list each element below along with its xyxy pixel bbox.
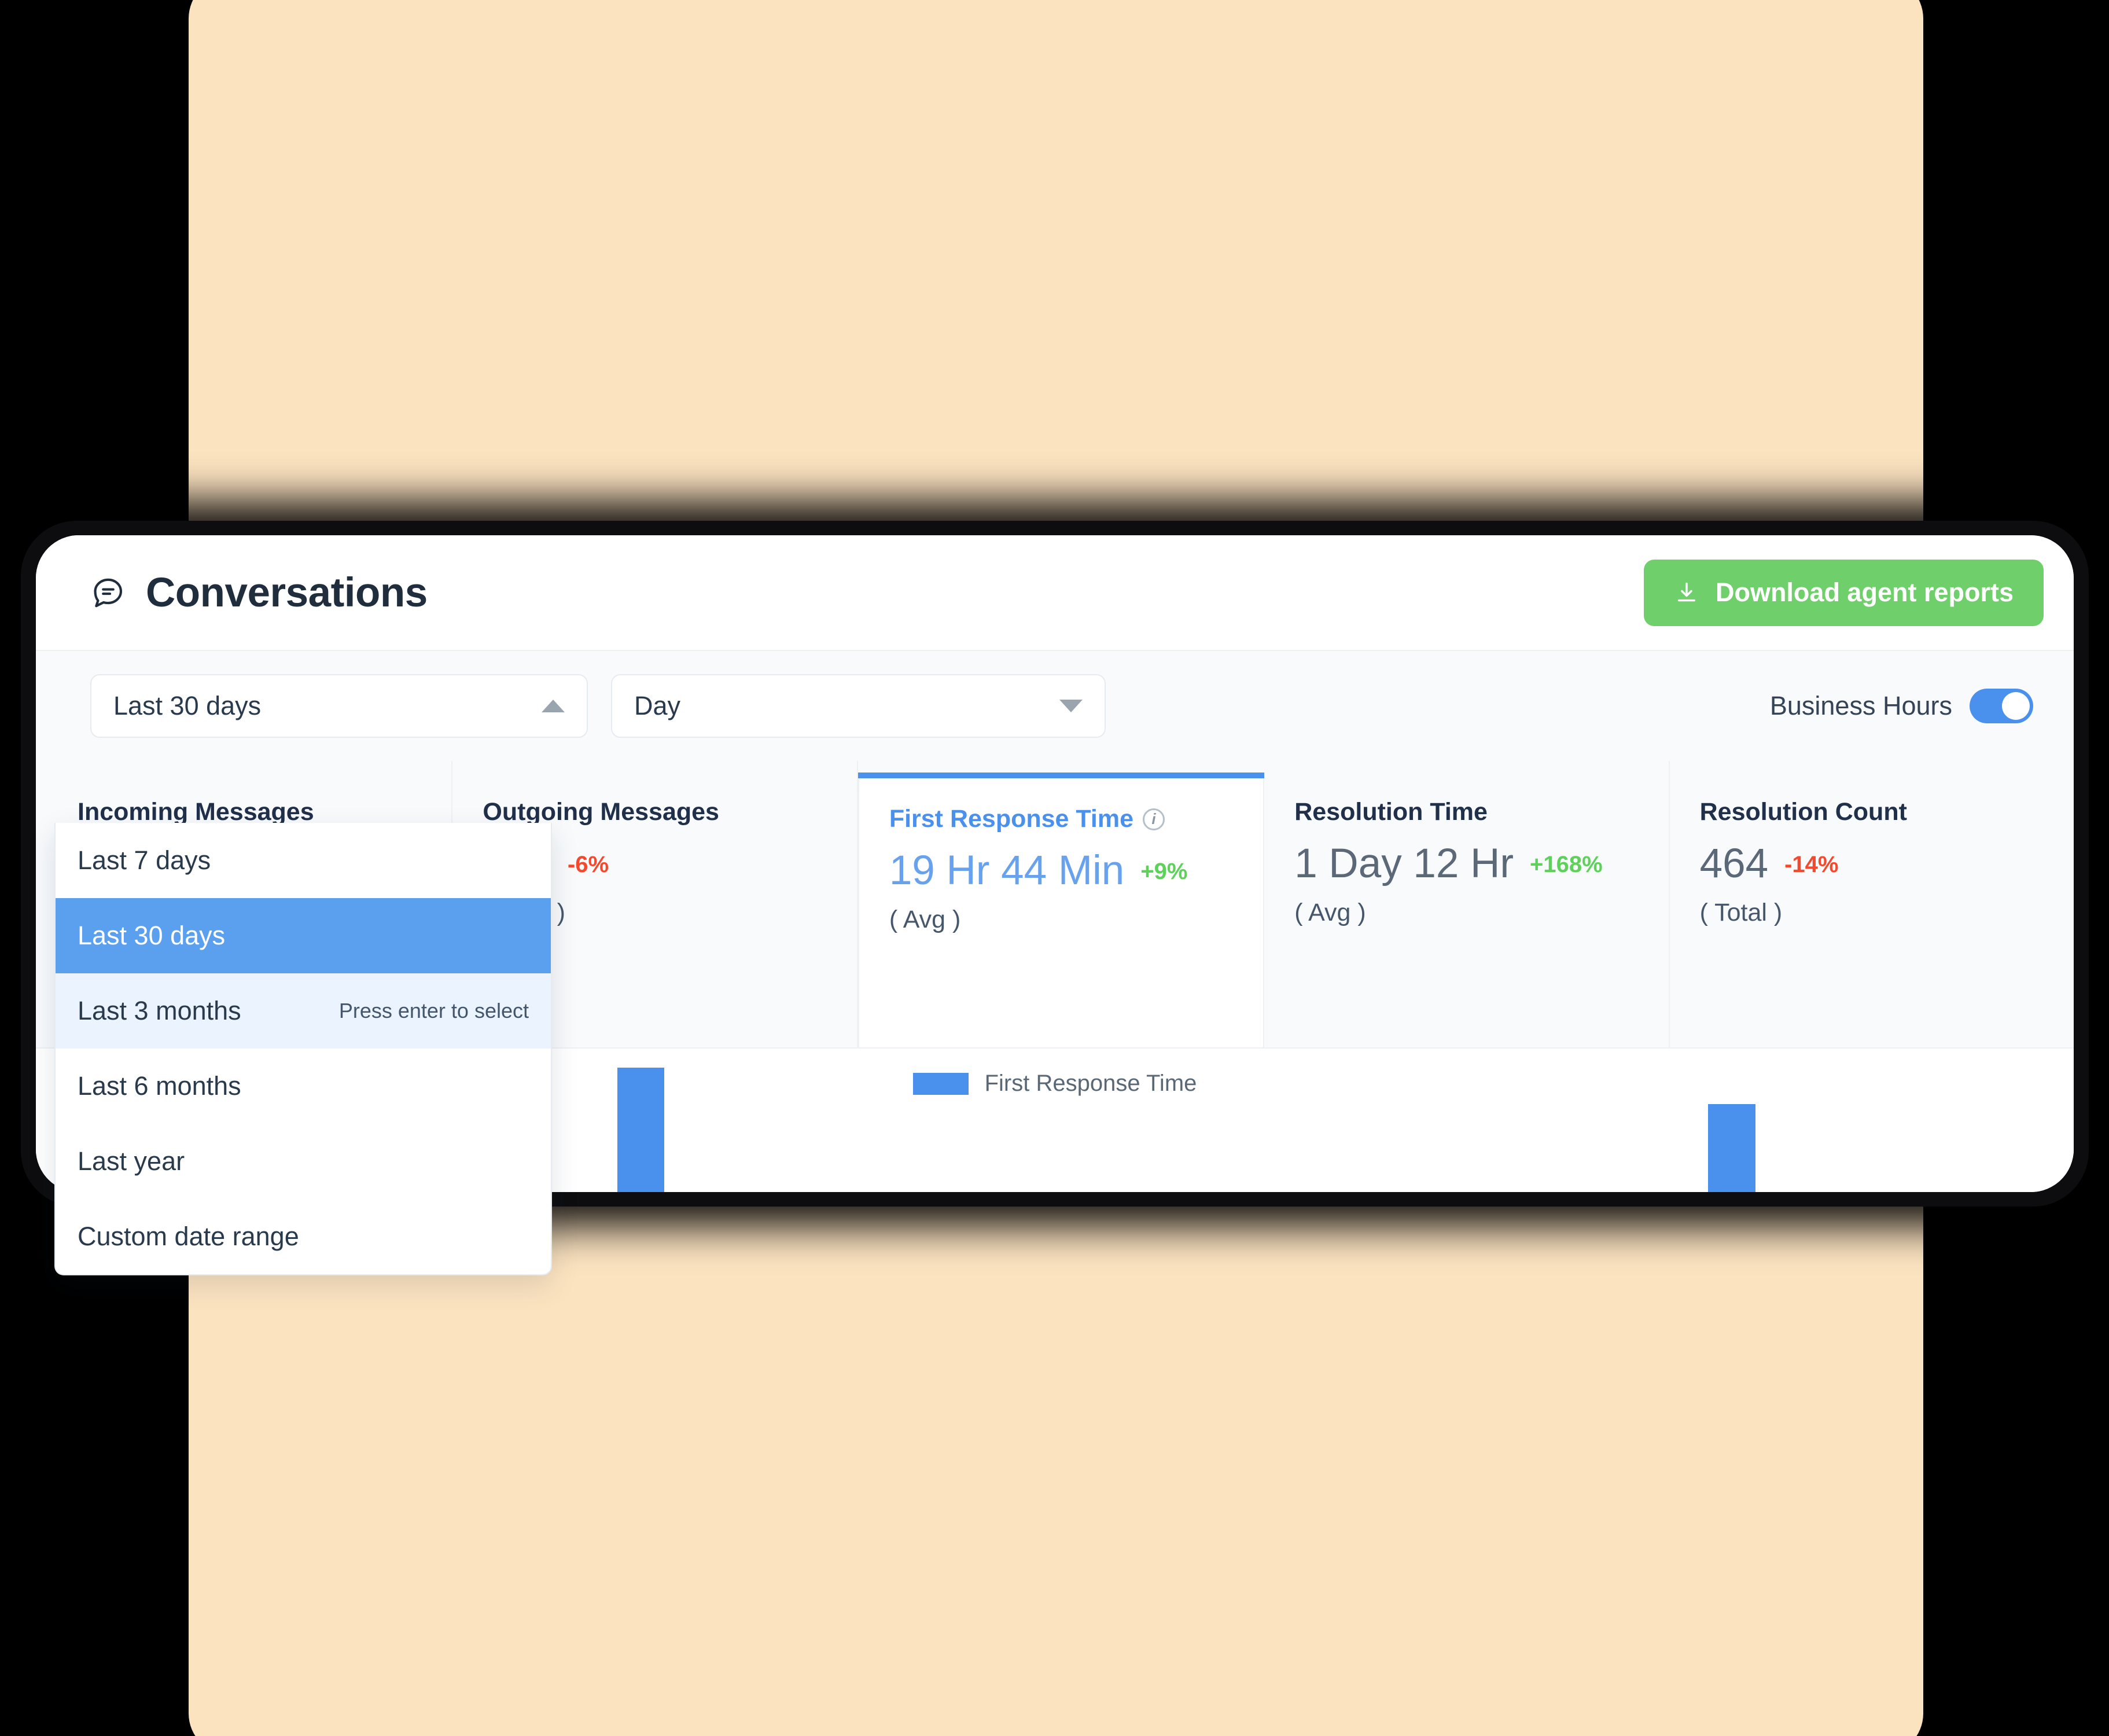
chart-bar[interactable] [1707, 1104, 1755, 1192]
date-range-dropdown-menu[interactable]: Last 7 days Last 30 days Last 3 months Pres… [54, 823, 552, 1275]
metric-title: Resolution Count [1700, 798, 2044, 826]
business-hours-label: Business Hours [1769, 691, 1952, 720]
metric-title: Outgoing Messages [483, 798, 826, 826]
metric-delta: +168% [1530, 852, 1603, 877]
page-title: Conversations [146, 569, 428, 616]
metric-title-text: Incoming Messages [78, 798, 314, 826]
menu-item-last-3-months[interactable]: Last 3 months Press enter to select [56, 973, 551, 1049]
granularity-value: Day [634, 691, 681, 720]
download-button-label: Download agent reports [1715, 578, 2014, 607]
filter-row: Last 30 days Day Business Hours [36, 651, 2074, 761]
menu-item-last-year[interactable]: Last year [56, 1124, 551, 1199]
screenshot-stage: Conversations Download agent reports Las… [0, 0, 2109, 1736]
metric-delta: -6% [567, 852, 609, 877]
conversation-bubble-icon [90, 575, 126, 610]
download-icon [1674, 580, 1699, 605]
menu-item-custom-date-range[interactable]: Custom date range [56, 1199, 551, 1274]
metric-title-text: First Response Time [889, 805, 1133, 833]
menu-item-label: Custom date range [78, 1222, 299, 1251]
metric-basis: ( Total ) [1699, 898, 1783, 926]
menu-item-last-7-days[interactable]: Last 7 days [56, 823, 551, 898]
metric-value-row: 19 Hr 44 Min +9% [889, 846, 1233, 896]
metric-title: Incoming Messages [78, 798, 421, 826]
menu-item-label: Last 6 months [78, 1071, 241, 1101]
legend-label-first-response-time: First Response Time [984, 1071, 1197, 1096]
metric-value: 1 Day 12 Hr [1294, 841, 1514, 887]
menu-item-label: Last 3 months [78, 996, 241, 1025]
toggle-knob [2002, 692, 2030, 720]
metric-card-resolution-time[interactable]: Resolution Time 1 Day 12 Hr +168% ( Avg ) [1264, 761, 1670, 1047]
metric-card-first-response-time[interactable]: First Response Time i 19 Hr 44 Min +9% ( Avg… [857, 773, 1265, 1047]
info-icon[interactable]: i [1142, 808, 1165, 830]
metric-delta: -14% [1784, 852, 1839, 877]
chevron-up-icon [542, 700, 565, 712]
business-hours-toggle[interactable] [1970, 689, 2033, 723]
metric-title-text: Resolution Count [1699, 798, 1907, 826]
chevron-down-icon [1059, 700, 1083, 712]
menu-item-label: Last year [78, 1146, 185, 1176]
metric-basis: ( Avg ) [1294, 898, 1366, 926]
metric-value-row: 464 -14% [1700, 839, 2044, 889]
menu-item-last-6-months[interactable]: Last 6 months [56, 1049, 551, 1124]
date-range-select[interactable]: Last 30 days [90, 674, 588, 738]
granularity-select[interactable]: Day [611, 674, 1106, 738]
metric-title-text: Resolution Time [1294, 798, 1488, 826]
metric-title: First Response Time i [889, 805, 1233, 833]
metric-title-text: Outgoing Messages [483, 798, 719, 826]
metric-value: 19 Hr 44 Min [889, 848, 1125, 893]
metric-delta: +9% [1140, 859, 1188, 884]
download-agent-reports-button[interactable]: Download agent reports [1643, 559, 2044, 626]
metric-title: Resolution Time [1294, 798, 1638, 826]
metric-value: 464 [1699, 841, 1769, 887]
menu-item-hint: Press enter to select [338, 999, 529, 1023]
metric-value-row: 1 Day 12 Hr +168% [1294, 839, 1638, 889]
chart-bar[interactable] [617, 1068, 665, 1192]
business-hours-group: Business Hours [1770, 689, 2033, 723]
menu-item-label: Last 7 days [78, 845, 211, 875]
legend-swatch-first-response-time [912, 1072, 969, 1095]
app-header: Conversations Download agent reports [36, 535, 2074, 650]
menu-item-last-30-days[interactable]: Last 30 days [56, 898, 551, 973]
metric-card-resolution-count[interactable]: Resolution Count 464 -14%( Total ) [1670, 761, 2074, 1047]
menu-item-label: Last 30 days [78, 921, 226, 950]
date-range-value: Last 30 days [113, 691, 262, 720]
metric-basis: ( Avg ) [889, 905, 961, 933]
